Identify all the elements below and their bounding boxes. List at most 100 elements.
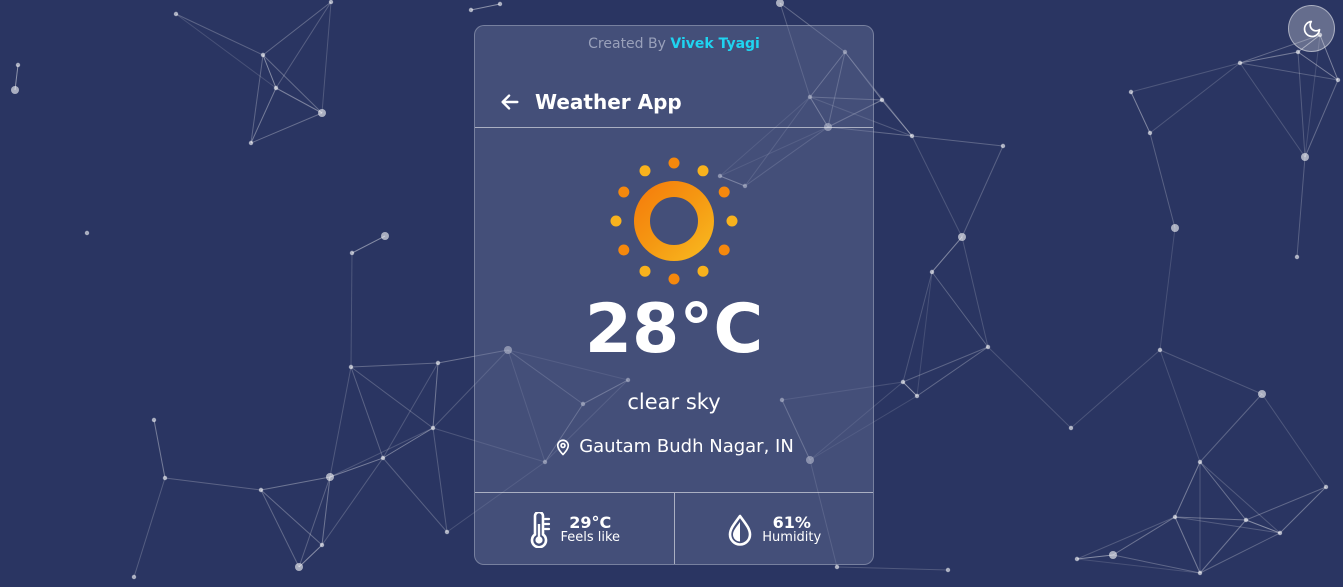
network-link bbox=[1199, 393, 1263, 463]
droplet-icon bbox=[728, 514, 752, 546]
network-link bbox=[350, 252, 353, 368]
network-link bbox=[275, 1, 332, 89]
network-link bbox=[432, 427, 448, 533]
sun-ray-dot bbox=[639, 165, 651, 177]
network-link bbox=[262, 54, 323, 114]
arrow-left-icon bbox=[501, 93, 519, 110]
humidity-stat: 61% Humidity bbox=[673, 493, 874, 564]
network-node bbox=[84, 230, 90, 236]
network-link bbox=[1297, 51, 1306, 158]
network-link bbox=[1159, 227, 1176, 351]
app-header: Weather App bbox=[475, 76, 873, 128]
network-node bbox=[326, 473, 334, 481]
network-link bbox=[329, 427, 434, 478]
sun-ray-dot bbox=[668, 273, 680, 285]
network-node bbox=[497, 1, 503, 7]
network-link bbox=[175, 13, 264, 56]
network-node bbox=[945, 567, 951, 573]
network-node bbox=[162, 475, 168, 481]
network-node bbox=[1172, 514, 1178, 520]
network-node bbox=[348, 364, 354, 370]
network-node bbox=[258, 487, 264, 493]
network-node bbox=[929, 269, 935, 275]
network-link bbox=[351, 235, 386, 254]
stats-row: 29°C Feels like 61% Humidity bbox=[475, 492, 874, 564]
network-node bbox=[131, 574, 137, 580]
network-node bbox=[1258, 390, 1266, 398]
network-link bbox=[1149, 62, 1241, 134]
network-link bbox=[1245, 519, 1281, 534]
sun-ray-dot bbox=[618, 186, 630, 198]
sun-ray-dot bbox=[726, 215, 738, 227]
sun-ray-dot bbox=[610, 215, 622, 227]
network-link bbox=[262, 1, 332, 56]
network-node bbox=[468, 7, 474, 13]
network-node bbox=[328, 0, 334, 5]
credit-prefix: Created By bbox=[588, 36, 666, 52]
network-link bbox=[175, 13, 277, 89]
network-node bbox=[435, 360, 441, 366]
network-link bbox=[1279, 486, 1327, 534]
network-link bbox=[470, 3, 501, 11]
network-link bbox=[1261, 393, 1327, 488]
network-link bbox=[1076, 558, 1201, 574]
network-link bbox=[1070, 349, 1161, 429]
location: Gautam Budh Nagar, IN bbox=[475, 436, 873, 457]
network-link bbox=[902, 271, 933, 383]
network-node bbox=[1157, 347, 1163, 353]
network-link bbox=[275, 87, 323, 114]
network-node bbox=[879, 97, 885, 103]
network-link bbox=[902, 381, 918, 397]
network-node bbox=[1197, 570, 1203, 576]
network-node bbox=[1109, 551, 1117, 559]
network-link bbox=[1149, 132, 1176, 229]
network-link bbox=[911, 135, 963, 238]
network-link bbox=[1159, 349, 1201, 463]
network-node bbox=[1243, 517, 1249, 523]
sun-icon bbox=[610, 157, 738, 285]
network-node bbox=[1301, 153, 1309, 161]
network-link bbox=[1239, 62, 1306, 158]
network-link bbox=[1076, 516, 1176, 560]
feels-like-label: Feels like bbox=[560, 530, 621, 546]
network-link bbox=[1112, 554, 1201, 574]
network-node bbox=[1294, 254, 1300, 260]
network-link bbox=[350, 366, 384, 459]
humidity-value: 61% bbox=[772, 512, 811, 532]
network-link bbox=[329, 457, 384, 478]
theme-toggle-button[interactable] bbox=[1288, 5, 1335, 52]
credit-line: Created By Vivek Tyagi bbox=[475, 36, 873, 52]
network-link bbox=[164, 477, 262, 491]
network-node bbox=[900, 379, 906, 385]
sun-ray-dot bbox=[697, 165, 709, 177]
network-link bbox=[260, 489, 300, 568]
back-button[interactable] bbox=[499, 91, 521, 113]
network-node bbox=[381, 232, 389, 240]
network-link bbox=[329, 366, 352, 478]
network-node bbox=[909, 133, 915, 139]
network-link bbox=[1296, 156, 1306, 258]
network-link bbox=[961, 236, 989, 348]
network-node bbox=[1237, 60, 1243, 66]
weather-card: Created By Vivek Tyagi Weather App 28°C … bbox=[474, 25, 874, 565]
network-node bbox=[151, 417, 157, 423]
network-link bbox=[1239, 62, 1339, 81]
network-link bbox=[250, 112, 323, 144]
network-link bbox=[1199, 532, 1281, 574]
network-node bbox=[295, 563, 303, 571]
network-node bbox=[958, 233, 966, 241]
network-node bbox=[1277, 530, 1283, 536]
network-node bbox=[834, 564, 840, 570]
network-node bbox=[1197, 459, 1203, 465]
network-node bbox=[1171, 224, 1179, 232]
network-node bbox=[273, 85, 279, 91]
feels-like-value: 29°C bbox=[569, 512, 612, 532]
network-link bbox=[153, 419, 166, 479]
network-node bbox=[15, 62, 21, 68]
network-link bbox=[1245, 486, 1327, 521]
network-node bbox=[248, 140, 254, 146]
location-text: Gautam Budh Nagar, IN bbox=[579, 436, 794, 457]
network-node bbox=[1128, 89, 1134, 95]
network-link bbox=[382, 362, 439, 459]
network-link bbox=[1159, 349, 1263, 395]
